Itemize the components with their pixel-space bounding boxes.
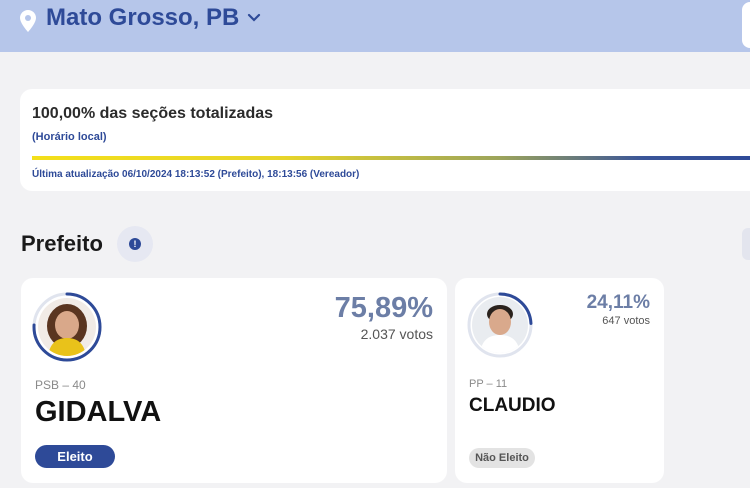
candidate-name: CLAUDIO [469, 395, 556, 416]
candidate-photo [38, 298, 96, 356]
info-button[interactable]: ! [117, 226, 153, 262]
totalization-progress-bar [32, 156, 750, 160]
candidate-photo [472, 297, 528, 353]
header-action-button[interactable] [742, 2, 750, 48]
avatar [467, 292, 533, 358]
section-title: Prefeito [21, 231, 103, 256]
info-icon: ! [129, 238, 141, 250]
location-header: Mato Grosso, PB [0, 0, 750, 52]
chevron-down-icon[interactable] [247, 13, 261, 23]
vote-count: 647 votos [602, 315, 650, 327]
candidate-card[interactable]: 24,11% 647 votos PP – 11 CLAUDIO Não Ele… [455, 278, 664, 483]
sections-totalized-text: 100,00% das seções totalizadas [32, 105, 274, 122]
local-time-note: (Horário local) [32, 131, 107, 143]
candidate-card[interactable]: 75,89% 2.037 votos PSB – 40 GIDALVA Elei… [21, 278, 447, 483]
party-number: PSB – 40 [35, 378, 86, 392]
vote-percentage: 75,89% [334, 292, 433, 324]
party-number: PP – 11 [469, 378, 508, 390]
filter-button[interactable] [742, 228, 750, 260]
elected-badge: Eleito [35, 445, 115, 468]
totalization-status-card: 100,00% das seções totalizadas (Horário … [20, 89, 750, 191]
vote-percentage: 24,11% [586, 292, 650, 313]
location-pin-icon [20, 10, 36, 32]
candidate-name: GIDALVA [35, 396, 162, 428]
last-update-text: Última atualização 06/10/2024 18:13:52 (… [32, 169, 360, 180]
progress-fill [32, 156, 750, 160]
location-title[interactable]: Mato Grosso, PB [46, 4, 239, 32]
not-elected-badge: Não Eleito [469, 448, 535, 468]
vote-count: 2.037 votos [360, 326, 433, 342]
avatar [32, 292, 102, 362]
